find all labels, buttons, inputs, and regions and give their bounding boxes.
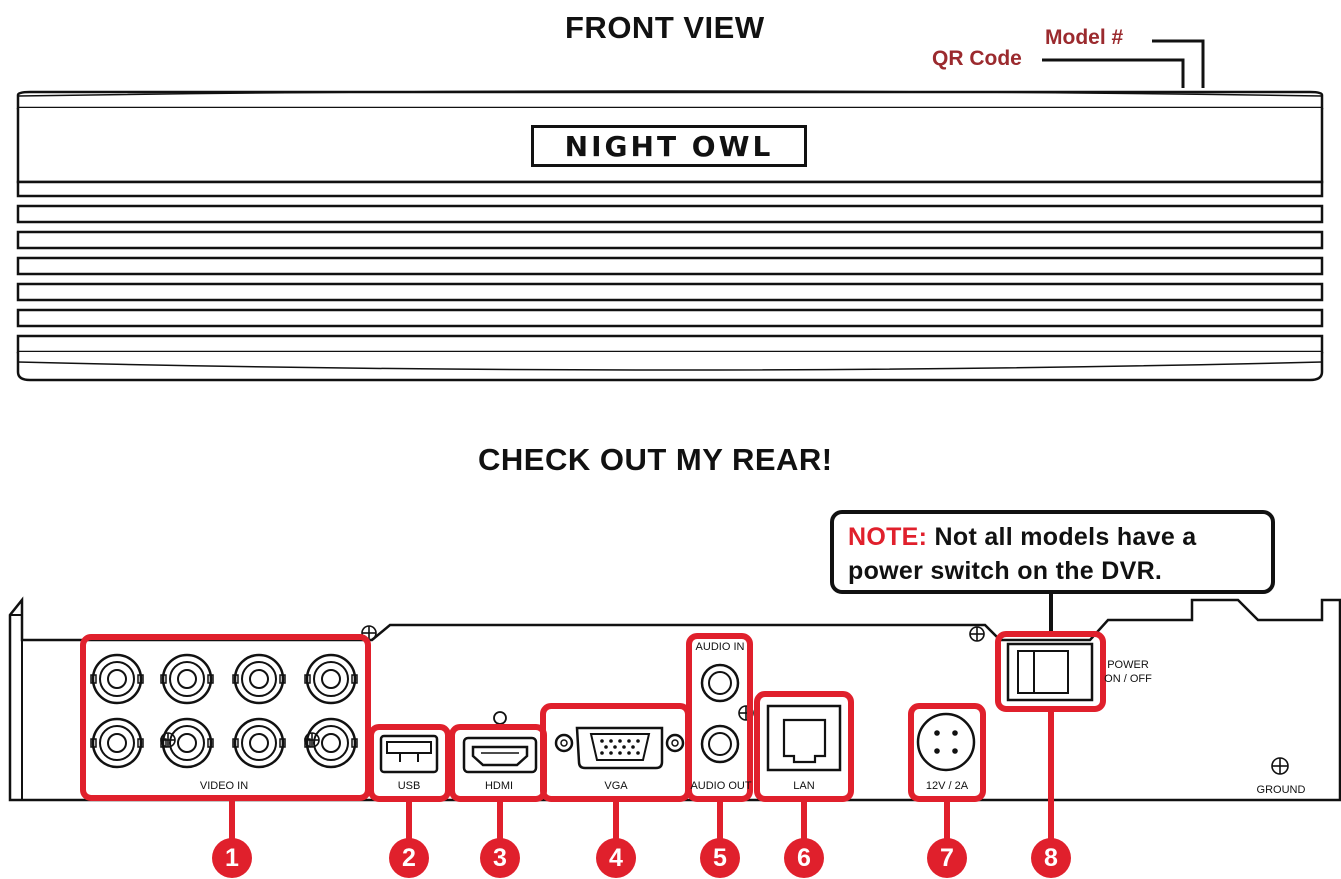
night-owl-logo: NIGHT OWL: [531, 125, 807, 167]
label-hdmi: HDMI: [484, 780, 514, 792]
badge-6: 6: [784, 838, 824, 878]
screw-icon: [969, 626, 985, 642]
badge-3: 3: [480, 838, 520, 878]
label-power-input: 12V / 2A: [925, 780, 969, 792]
label-lan: LAN: [793, 780, 815, 792]
ground-screw-icon: [1271, 757, 1289, 775]
badge-4: 4: [596, 838, 636, 878]
label-video-in: VIDEO IN: [199, 780, 249, 792]
label-audio-out: AUDIO OUT: [690, 780, 752, 792]
power-switch-note: NOTE: Not all models have a power switch…: [830, 510, 1275, 594]
model-number-label: Model #: [1045, 26, 1124, 49]
qr-code-label: QR Code: [932, 47, 1022, 70]
rear-view-heading: CHECK OUT MY REAR!: [478, 442, 833, 477]
badge-1: 1: [212, 838, 252, 878]
front-view-heading: FRONT VIEW: [565, 10, 765, 45]
badge-8: 8: [1031, 838, 1071, 878]
badge-5: 5: [700, 838, 740, 878]
badge-7: 7: [927, 838, 967, 878]
label-vga: VGA: [604, 780, 628, 792]
label-audio-in: AUDIO IN: [695, 641, 745, 653]
badge-2: 2: [389, 838, 429, 878]
note-prefix: NOTE:: [848, 523, 928, 551]
label-power-switch-line1: POWER: [1107, 659, 1149, 671]
label-ground: GROUND: [1256, 784, 1306, 796]
label-usb: USB: [397, 780, 421, 792]
rear-panel: [8, 596, 1341, 802]
label-power-switch-line2: ON / OFF: [1104, 673, 1152, 685]
